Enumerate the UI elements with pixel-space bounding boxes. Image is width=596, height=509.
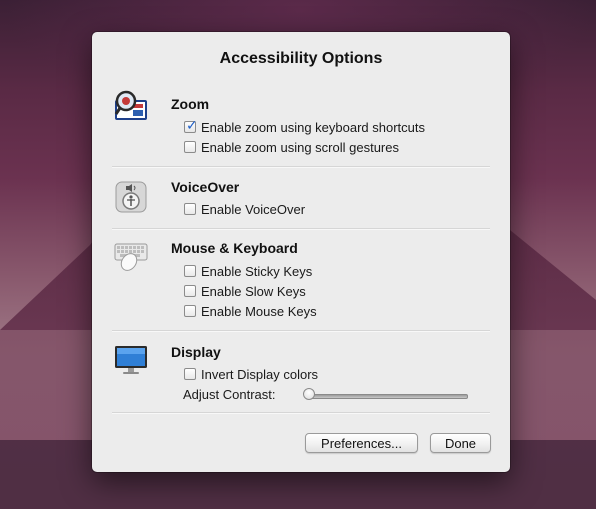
checkmark-icon: ✓	[186, 117, 198, 133]
checkbox-row-zoom-keyboard[interactable]: ✓ Enable zoom using keyboard shortcuts	[184, 117, 426, 135]
checkbox-row-slow-keys[interactable]: Enable Slow Keys	[184, 283, 306, 299]
section-title-zoom: Zoom	[171, 96, 210, 112]
slow-keys-checkbox[interactable]	[184, 285, 196, 297]
contrast-slider-track[interactable]	[306, 394, 468, 399]
invert-colors-checkbox[interactable]	[184, 368, 196, 380]
adjust-contrast-label: Adjust Contrast:	[183, 387, 276, 402]
voiceover-icon	[115, 181, 147, 213]
display-monitor-icon	[115, 346, 147, 374]
mouse-keys-checkbox[interactable]	[184, 305, 196, 317]
keyboard-mouse-icon	[114, 243, 148, 271]
section-divider	[112, 330, 490, 332]
zoom-keyboard-checkbox[interactable]: ✓	[184, 117, 198, 133]
contrast-slider-knob[interactable]	[303, 388, 315, 400]
checkbox-row-mouse-keys[interactable]: Enable Mouse Keys	[184, 303, 317, 319]
zoom-scroll-checkbox[interactable]	[184, 141, 196, 153]
checkbox-row-invert-colors[interactable]: Invert Display colors	[184, 366, 318, 382]
checkbox-label: Enable zoom using scroll gestures	[201, 139, 399, 155]
section-divider	[112, 228, 490, 230]
checkbox-label: Enable zoom using keyboard shortcuts	[201, 119, 426, 135]
checkbox-row-sticky-keys[interactable]: Enable Sticky Keys	[184, 263, 312, 279]
section-title-voiceover: VoiceOver	[171, 179, 240, 195]
checkbox-label: Enable Mouse Keys	[201, 303, 317, 319]
preferences-button[interactable]: Preferences...	[305, 433, 418, 453]
sticky-keys-checkbox[interactable]	[184, 265, 196, 277]
section-title-mouse-keyboard: Mouse & Keyboard	[171, 240, 298, 256]
zoom-magnifier-icon	[114, 90, 147, 120]
checkbox-label: Enable Sticky Keys	[201, 263, 313, 279]
done-button[interactable]: Done	[430, 433, 491, 453]
section-title-display: Display	[171, 344, 221, 360]
voiceover-checkbox[interactable]	[184, 203, 196, 215]
accessibility-options-dialog: Accessibility Options Zoom ✓ Enable zoom…	[92, 32, 510, 472]
checkbox-label: Enable Slow Keys	[201, 283, 306, 299]
section-divider	[112, 166, 490, 168]
checkbox-row-zoom-scroll[interactable]: Enable zoom using scroll gestures	[184, 139, 399, 155]
section-divider	[112, 412, 490, 414]
dialog-title: Accessibility Options	[219, 50, 383, 67]
checkbox-row-voiceover[interactable]: Enable VoiceOver	[184, 201, 305, 217]
checkbox-label: Enable VoiceOver	[201, 201, 306, 217]
checkbox-label: Invert Display colors	[201, 366, 319, 382]
